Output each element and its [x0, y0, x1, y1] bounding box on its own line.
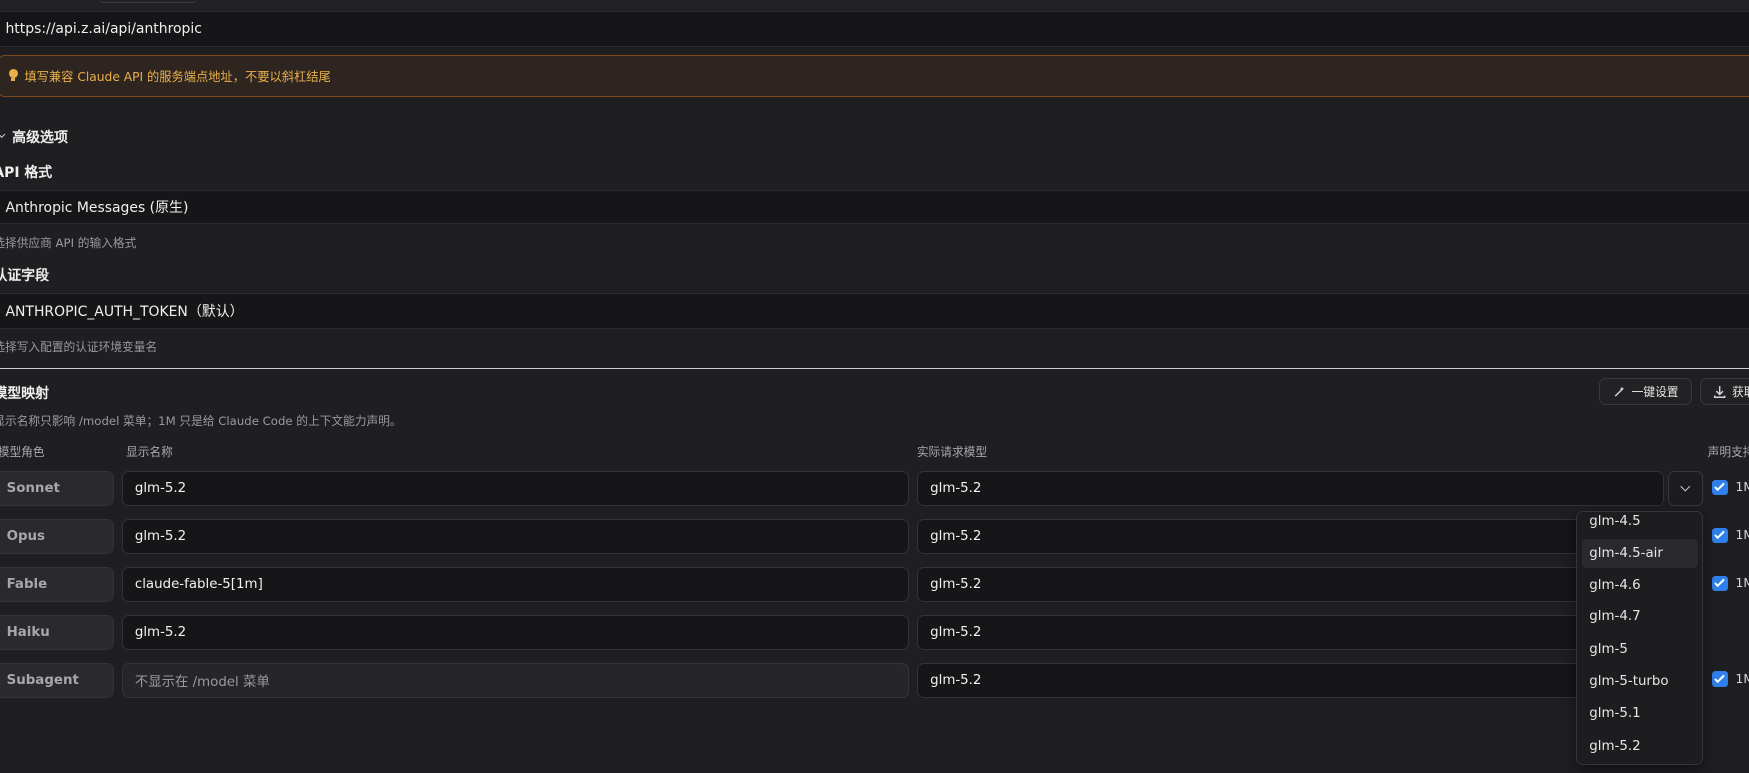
column-header-declare-support: 声明支持: [1707, 444, 1749, 459]
dropdown-option-glm-4.7[interactable]: glm-4.7: [1582, 602, 1698, 631]
api-format-select[interactable]: Anthropic Messages (原生): [0, 189, 1749, 225]
one-click-setup-button[interactable]: 一键设置: [1599, 378, 1693, 405]
checkbox-checked-icon: [1712, 527, 1728, 544]
advanced-options-label: 高级选项: [12, 130, 68, 147]
display-name-input-fable[interactable]: claude-fable-5[1m]: [121, 566, 910, 603]
base-url-tip: 填写兼容 Claude API 的服务端点地址，不要以斜杠结尾: [0, 54, 1749, 98]
model-dropdown-menu: glm-4.5 glm-4.5-air glm-4.6 glm-4.7 glm-…: [1576, 510, 1704, 766]
actual-model-input-sonnet[interactable]: glm-5.2: [916, 470, 1665, 507]
one-click-setup-label: 一键设置: [1631, 384, 1679, 399]
dropdown-option-glm-4.5-air[interactable]: glm-4.5-air: [1581, 538, 1698, 568]
section-divider: [0, 368, 1749, 370]
dropdown-option-glm-5-turbo[interactable]: glm-5-turbo: [1582, 667, 1698, 696]
support-1m-label: 1M: [1735, 528, 1749, 543]
display-name-input-haiku[interactable]: glm-5.2: [121, 614, 910, 651]
support-1m-checkbox-subagent[interactable]: 1M: [1712, 671, 1749, 688]
fetch-models-label: 获取: [1732, 384, 1749, 399]
checkbox-checked-icon: [1712, 575, 1728, 592]
support-1m-checkbox-sonnet[interactable]: 1M: [1712, 479, 1749, 496]
dropdown-option-glm-5[interactable]: glm-5: [1582, 635, 1698, 664]
model-dropdown-button[interactable]: [1667, 470, 1704, 507]
actual-model-input-opus[interactable]: glm-5.2: [916, 518, 1665, 555]
fetch-models-button[interactable]: 获取: [1699, 378, 1749, 405]
tip-text: 填写兼容 Claude API 的服务端点地址，不要以斜杠结尾: [24, 69, 331, 84]
checkbox-checked-icon: [1712, 479, 1728, 496]
role-haiku: Haiku: [0, 614, 114, 651]
role-sonnet: Sonnet: [0, 470, 114, 507]
display-name-input-subagent[interactable]: 不显示在 /model 菜单: [121, 662, 910, 699]
api-format-label: API 格式: [0, 164, 53, 181]
auth-field-help: 选择写入配置的认证环境变量名: [0, 339, 158, 354]
column-header-role: 模型角色: [0, 444, 45, 459]
chevron-down-icon: [0, 131, 6, 139]
magic-wand-icon: [1613, 385, 1626, 398]
chevron-down-icon: [1680, 481, 1690, 491]
base-url-input[interactable]: https://api.z.ai/api/anthropic: [0, 11, 1749, 47]
lightbulb-icon: [8, 69, 18, 82]
checkbox-checked-icon: [1712, 671, 1728, 688]
actual-model-input-haiku[interactable]: glm-5.2: [916, 614, 1665, 651]
top-panel-edge: [0, 0, 1749, 12]
auth-field-select[interactable]: ANTHROPIC_AUTH_TOKEN（默认）: [0, 293, 1749, 330]
role-fable: Fable: [0, 566, 114, 603]
dropdown-option-glm-5.2[interactable]: glm-5.2: [1582, 732, 1698, 761]
display-name-input-sonnet[interactable]: glm-5.2: [121, 470, 910, 507]
advanced-options-toggle[interactable]: 高级选项: [0, 127, 68, 147]
dropdown-option-glm-5.1[interactable]: glm-5.1: [1582, 699, 1698, 728]
model-mapping-description: 显示名称只影响 /model 菜单；1M 只是给 Claude Code 的上下…: [0, 413, 402, 428]
dropdown-option-glm-4.6[interactable]: glm-4.6: [1582, 571, 1698, 600]
model-mapping-title: 模型映射: [0, 385, 50, 402]
support-1m-label: 1M: [1735, 672, 1749, 687]
dropdown-option-glm-4.5[interactable]: glm-4.5: [1582, 512, 1698, 537]
support-1m-checkbox-opus[interactable]: 1M: [1712, 527, 1749, 544]
support-1m-label: 1M: [1735, 480, 1749, 495]
role-opus: Opus: [0, 518, 114, 555]
actual-model-input-subagent[interactable]: glm-5.2: [916, 662, 1665, 699]
support-1m-checkbox-fable[interactable]: 1M: [1712, 575, 1749, 592]
actual-model-input-fable[interactable]: glm-5.2: [916, 566, 1665, 603]
display-name-input-opus[interactable]: glm-5.2: [121, 518, 910, 555]
auth-field-label: 认证字段: [0, 268, 50, 285]
role-subagent: Subagent: [0, 662, 114, 699]
api-format-help: 选择供应商 API 的输入格式: [0, 236, 137, 251]
column-header-actual-model: 实际请求模型: [916, 444, 988, 459]
support-1m-label: 1M: [1735, 576, 1749, 591]
download-icon: [1713, 385, 1726, 398]
column-header-display-name: 显示名称: [126, 444, 173, 459]
